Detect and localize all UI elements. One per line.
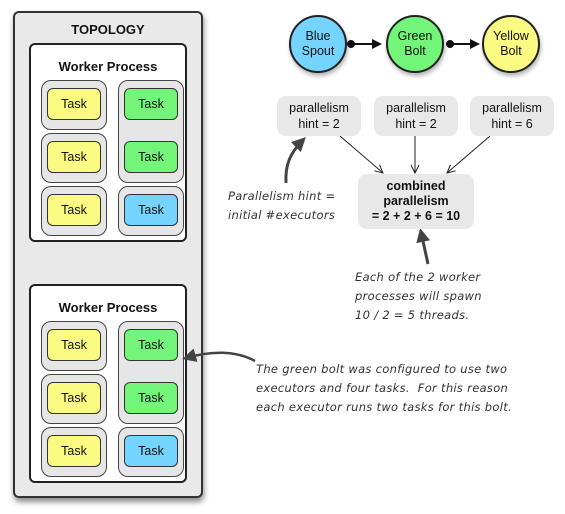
hint-value: hint = 6: [491, 117, 533, 131]
hint-box-yellow-bolt: parallelism hint = 6: [470, 96, 554, 136]
arrow-green-bolt-note: [182, 348, 256, 363]
combined-parallelism-box: combined parallelism = 2 + 2 + 6 = 10: [358, 174, 474, 229]
node-label: Bolt: [500, 44, 522, 58]
hint-label: parallelism: [386, 101, 446, 115]
node-yellow-bolt: Yellow Bolt: [482, 15, 540, 73]
hint-label: parallelism: [289, 101, 349, 115]
node-green-bolt: Green Bolt: [386, 15, 444, 73]
arrow-hint-note: [284, 137, 306, 184]
note-green-bolt: The green bolt was configured to use two…: [256, 362, 512, 414]
node-label: Yellow: [493, 29, 529, 43]
hint-box-green-bolt: parallelism hint = 2: [374, 96, 458, 136]
connectors: [182, 39, 491, 363]
note-parallelism-hint: Parallelism hint = initial #executors: [228, 189, 336, 222]
stream-edge-green-to-yellow: [446, 39, 480, 49]
hint-box-blue-spout: parallelism hint = 2: [277, 96, 361, 136]
note-threads: Each of the 2 worker processes will spaw…: [355, 270, 482, 322]
arrow-threads-note: [416, 228, 430, 265]
hint-value: hint = 2: [395, 117, 437, 131]
hint-label: parallelism: [482, 101, 542, 115]
hint-value: hint = 2: [298, 117, 340, 131]
node-label: Bolt: [404, 44, 426, 58]
combined-label: parallelism: [383, 194, 449, 208]
node-label: Blue: [305, 29, 331, 43]
stream-edge-spout-to-green: [347, 39, 382, 49]
node-label: Green: [397, 29, 433, 43]
combined-label: combined: [386, 179, 446, 193]
node-blue-spout: Blue Spout: [289, 15, 347, 73]
node-label: Spout: [301, 44, 335, 58]
arrow-hint3-to-combined: [447, 135, 491, 173]
combined-formula: = 2 + 2 + 6 = 10: [371, 209, 461, 223]
arrow-hint1-to-combined: [339, 135, 383, 173]
